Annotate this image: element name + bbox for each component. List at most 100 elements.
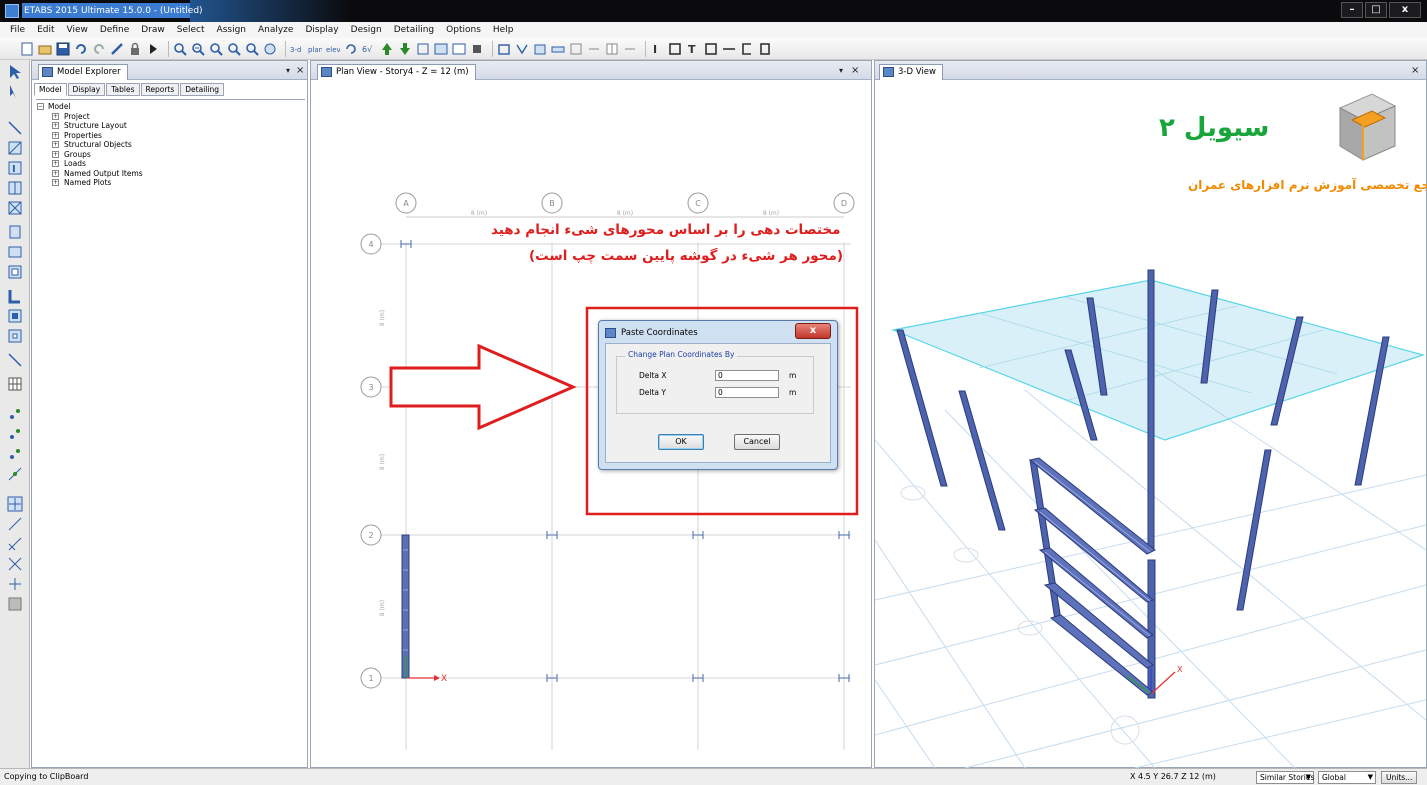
3d-close-icon[interactable]: × [1411,64,1419,78]
draw-brace-icon[interactable] [515,42,529,56]
snap-lines-icon[interactable] [7,496,23,512]
tab-3d-view[interactable]: 3-D View [879,64,943,80]
minimize-button[interactable]: – [1341,2,1363,18]
menu-help[interactable]: Help [487,22,520,38]
menu-view[interactable]: View [61,22,94,38]
move-down-icon[interactable] [398,42,412,56]
subtab-model[interactable]: Model [34,83,67,96]
tab-plan-view[interactable]: Plan View - Story4 - Z = 12 (m) [317,64,476,80]
draw-link-icon[interactable] [7,352,23,368]
column-3d-2[interactable] [958,390,1006,531]
set-display-options-icon[interactable] [434,42,448,56]
subtab-detailing[interactable]: Detailing [180,83,224,96]
story-mode-select[interactable]: Similar Stories ▼ [1256,771,1314,784]
run-icon[interactable] [146,42,160,56]
open-icon[interactable] [38,42,52,56]
snap-ends-icon[interactable] [7,426,23,442]
tree-root-model[interactable]: − Model [36,102,305,112]
snap-intersection-icon[interactable] [7,556,23,572]
move-up-icon[interactable] [380,42,394,56]
menu-select[interactable]: Select [171,22,211,38]
draw-slab-icon[interactable] [551,42,565,56]
menu-edit[interactable]: Edit [31,22,60,38]
collapse-icon[interactable]: − [37,103,44,110]
draw-wall-icon[interactable] [533,42,547,56]
snap-points-icon[interactable] [7,406,23,422]
zoom-window-icon[interactable] [173,42,187,56]
zoom-in-icon[interactable] [191,42,205,56]
snap-midpoints-icon[interactable] [7,516,23,532]
tree-item-project[interactable]: + Project [36,112,305,122]
section-tee-icon[interactable]: T [686,42,700,56]
perspective-icon[interactable]: 6√ [362,42,376,56]
plan-close-icon[interactable]: × [851,64,859,78]
select-pointer-icon[interactable] [7,64,23,80]
draw-frame-icon[interactable] [497,42,511,56]
zoom-out-icon[interactable] [209,42,223,56]
menu-assign[interactable]: Assign [211,22,252,38]
expand-icon[interactable]: + [52,131,59,139]
draw-rect-floor-icon[interactable] [7,244,23,260]
plan-pin-icon[interactable]: ▾ [839,64,843,78]
draw-dimension-icon[interactable] [587,42,601,56]
expand-icon[interactable]: + [52,169,59,177]
maximize-button[interactable]: □ [1365,2,1387,18]
coordinate-system-select[interactable]: Global ▼ [1318,771,1376,784]
pencil-icon[interactable] [110,42,124,56]
explorer-close-icon[interactable]: × [296,64,304,78]
menu-design[interactable]: Design [345,22,388,38]
expand-icon[interactable]: + [52,179,59,186]
tab-model-explorer[interactable]: Model Explorer [38,64,128,80]
section-line-icon[interactable] [722,42,736,56]
object-shrink-icon[interactable] [416,42,430,56]
section-double-i-icon[interactable] [704,42,718,56]
draw-beam-icon[interactable] [7,140,23,156]
draw-grid-icon[interactable] [605,42,619,56]
quick-draw-floor-icon[interactable] [7,264,23,280]
dialog-title-bar[interactable]: Paste Coordinates [605,325,698,341]
tree-item-named-plots[interactable]: + Named Plots [36,178,305,188]
dialog-close-button[interactable]: x [795,323,831,339]
etabs-app-icon[interactable] [5,4,19,18]
draw-grid-icon[interactable] [7,376,23,392]
menu-define[interactable]: Define [94,22,135,38]
redo-icon[interactable] [92,42,106,56]
explorer-pin-icon[interactable]: ▾ [286,64,290,78]
snap-intersections-icon[interactable] [7,446,23,462]
section-box-icon[interactable] [668,42,682,56]
menu-options[interactable]: Options [440,22,487,38]
new-model-icon[interactable] [20,42,34,56]
draw-area-icon[interactable] [7,328,23,344]
draw-floor-icon[interactable] [7,224,23,240]
delta-x-field[interactable]: 0 [715,370,779,381]
column-3d-1[interactable] [896,329,948,487]
plan-view-icon[interactable]: plan [308,42,322,56]
expand-icon[interactable]: + [52,112,59,120]
tree-item-structural-objects[interactable]: + Structural Objects [36,140,305,150]
draw-wall-stack-icon[interactable] [7,288,23,304]
ok-button[interactable]: OK [658,434,704,450]
draw-joint-icon[interactable] [7,120,23,136]
menu-detailing[interactable]: Detailing [388,22,440,38]
section-more-icon[interactable] [758,42,772,56]
tree-item-groups[interactable]: + Groups [36,150,305,160]
subtab-tables[interactable]: Tables [106,83,140,96]
expand-icon[interactable]: + [52,141,59,148]
snap-grid-icon[interactable] [7,576,23,592]
view-3d-icon[interactable]: 3-d [290,42,304,56]
column-3d-10[interactable] [1029,459,1062,621]
subtab-display[interactable]: Display [67,83,106,96]
expand-icon[interactable]: + [52,160,59,167]
snap-perpendicular-icon[interactable] [7,466,23,482]
object-display-icon[interactable] [470,42,484,56]
snap-fine-grid-icon[interactable] [7,536,23,552]
reshape-icon[interactable] [7,84,23,100]
elevation-view-icon[interactable]: elev [326,42,340,56]
cancel-button[interactable]: Cancel [734,434,780,450]
tree-item-named-output-items[interactable]: + Named Output Items [36,169,305,179]
snap-settings-icon[interactable] [7,596,23,612]
menu-display[interactable]: Display [299,22,344,38]
draw-secondary-beam-icon[interactable] [7,180,23,196]
undo-icon[interactable] [74,42,88,56]
pan-icon[interactable] [263,42,277,56]
